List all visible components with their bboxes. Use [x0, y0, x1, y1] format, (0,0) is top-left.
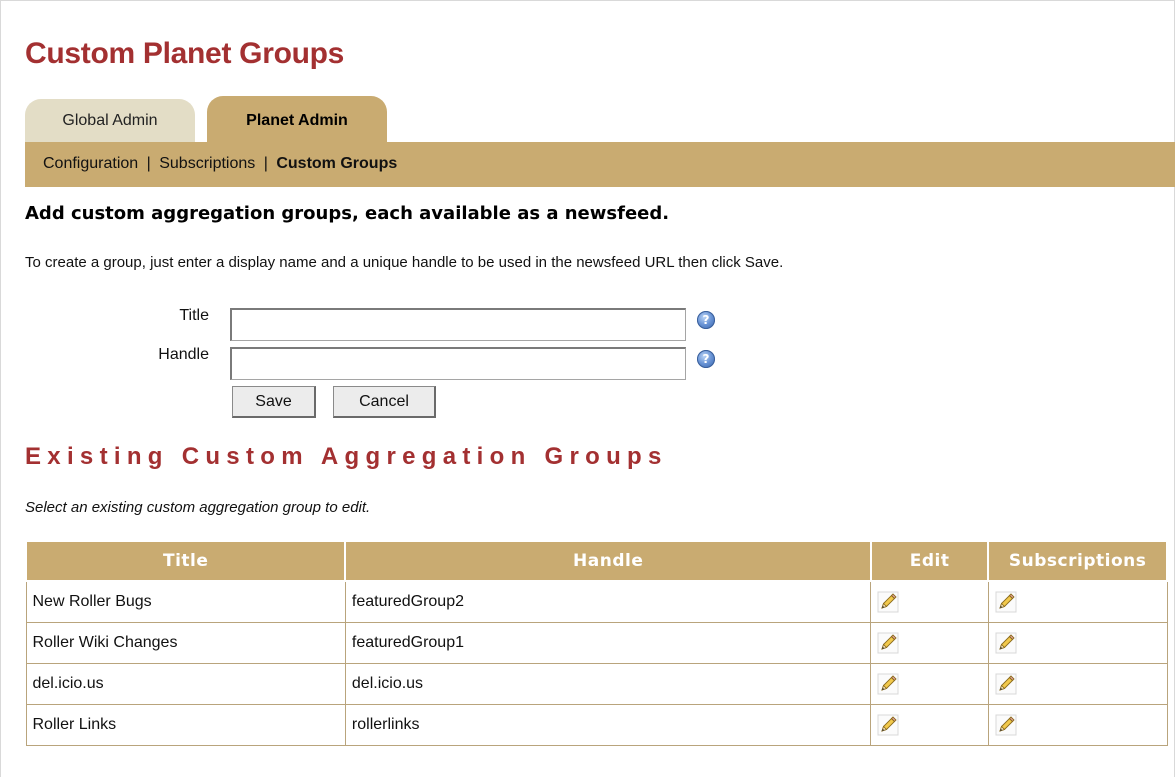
subscriptions-cell	[987, 580, 1168, 623]
title-label: Title	[179, 307, 209, 324]
edit-cell	[870, 580, 989, 623]
subscriptions-cell	[987, 663, 1168, 705]
group-handle-cell: rollerlinks	[344, 704, 872, 746]
handle-input[interactable]	[230, 347, 686, 380]
subnav-subscriptions-link[interactable]: Subscriptions	[159, 155, 255, 172]
table-row: Roller Links rollerlinks	[25, 704, 1168, 746]
edit-cell	[870, 663, 989, 705]
column-header-edit: Edit	[869, 540, 990, 582]
subscriptions-pencil-icon[interactable]	[995, 714, 1017, 736]
group-title-cell: del.icio.us	[25, 663, 346, 705]
edit-pencil-icon[interactable]	[877, 714, 899, 736]
column-header-handle: Handle	[344, 540, 872, 582]
existing-groups-hint: Select an existing custom aggregation gr…	[25, 499, 371, 516]
title-input[interactable]	[230, 308, 686, 341]
subscriptions-cell	[987, 622, 1168, 664]
tab-global-admin[interactable]: Global Admin	[25, 99, 195, 142]
subnav-separator: |	[263, 155, 268, 172]
table-row: del.icio.us del.icio.us	[25, 663, 1168, 705]
subnav-configuration-link[interactable]: Configuration	[43, 155, 138, 172]
edit-pencil-icon[interactable]	[877, 673, 899, 695]
handle-label: Handle	[158, 346, 209, 363]
planet-admin-subnav: Configuration | Subscriptions | Custom G…	[25, 142, 1175, 187]
add-groups-instructions: To create a group, just enter a display …	[25, 254, 784, 271]
table-row: Roller Wiki Changes featuredGroup1	[25, 622, 1168, 664]
existing-groups-heading: Existing Custom Aggregation Groups	[25, 443, 668, 470]
group-title-cell: Roller Links	[25, 704, 346, 746]
edit-cell	[870, 622, 989, 664]
page-title: Custom Planet Groups	[25, 37, 345, 70]
page: Custom Planet Groups Global Admin Planet…	[0, 0, 1175, 777]
edit-pencil-icon[interactable]	[877, 591, 899, 613]
column-header-subscriptions: Subscriptions	[987, 540, 1168, 582]
group-title-cell: New Roller Bugs	[25, 580, 346, 623]
title-help-icon[interactable]: ?	[697, 311, 715, 329]
group-title-cell: Roller Wiki Changes	[25, 622, 346, 664]
column-header-title: Title	[24, 540, 347, 582]
group-handle-cell: featuredGroup1	[344, 622, 872, 664]
subscriptions-pencil-icon[interactable]	[995, 591, 1017, 613]
subscriptions-pencil-icon[interactable]	[995, 673, 1017, 695]
add-groups-heading: Add custom aggregation groups, each avai…	[25, 203, 670, 224]
save-button[interactable]: Save	[232, 386, 316, 418]
groups-table: Title Handle Edit Subscriptions New Roll…	[24, 540, 1168, 746]
group-handle-cell: featuredGroup2	[344, 580, 872, 623]
subnav-custom-groups-link[interactable]: Custom Groups	[276, 155, 397, 172]
handle-help-icon[interactable]: ?	[697, 350, 715, 368]
subnav-separator: |	[146, 155, 151, 172]
table-header-row: Title Handle Edit Subscriptions	[24, 540, 1168, 582]
tab-planet-admin[interactable]: Planet Admin	[207, 96, 387, 142]
group-handle-cell: del.icio.us	[344, 663, 872, 705]
cancel-button[interactable]: Cancel	[333, 386, 436, 418]
table-row: New Roller Bugs featuredGroup2	[25, 580, 1168, 623]
subscriptions-cell	[987, 704, 1168, 746]
subscriptions-pencil-icon[interactable]	[995, 632, 1017, 654]
edit-pencil-icon[interactable]	[877, 632, 899, 654]
edit-cell	[870, 704, 989, 746]
